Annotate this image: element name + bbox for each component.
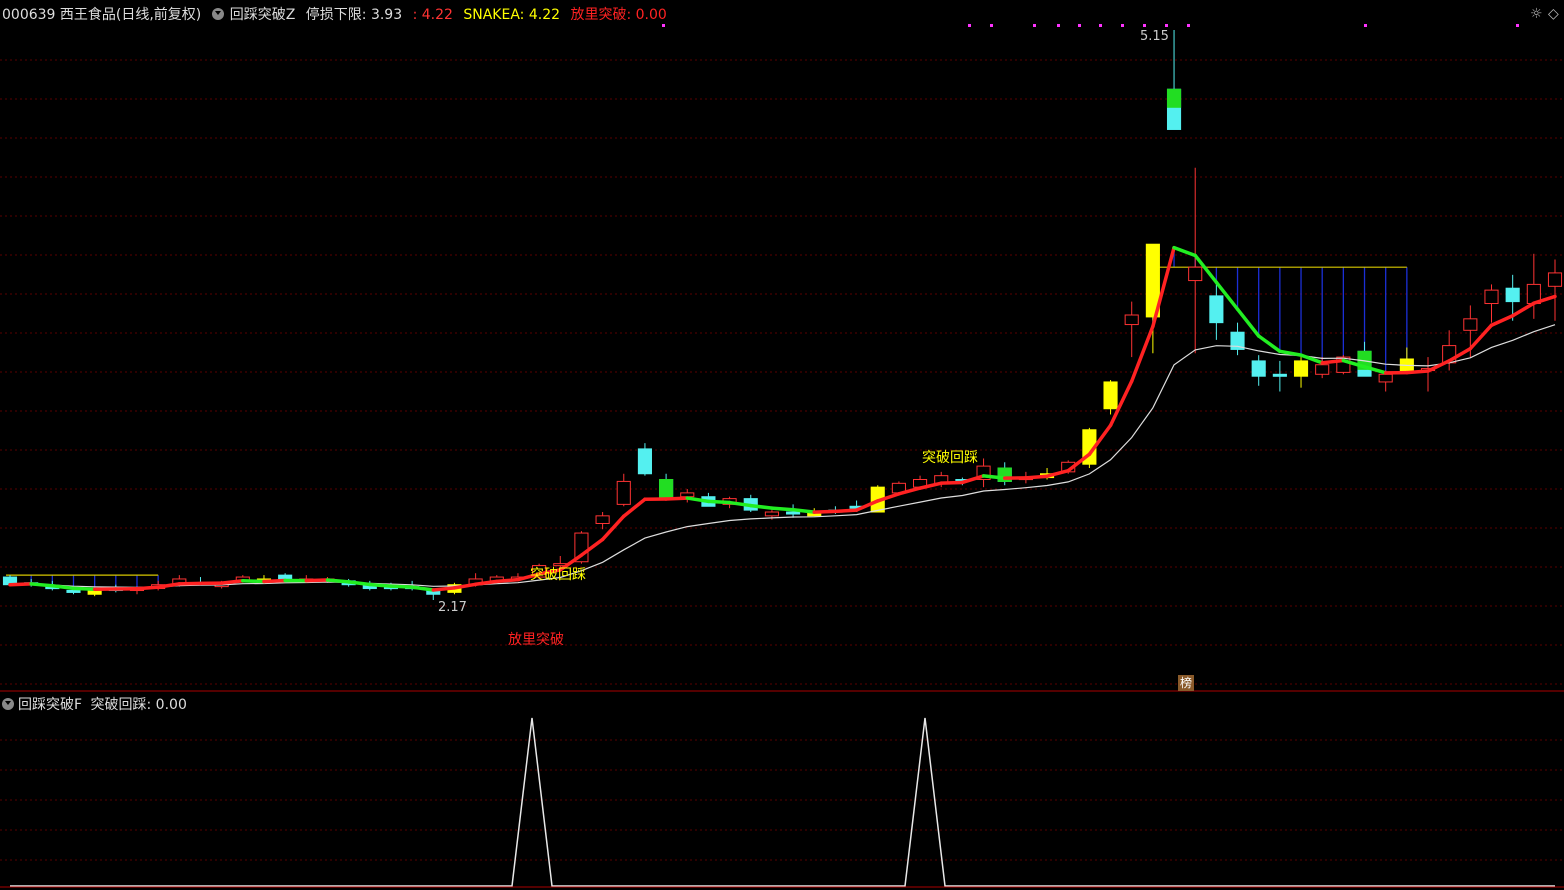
fast-ma-segment — [1405, 369, 1430, 375]
value-1: : 4.22 — [412, 7, 453, 23]
indicator-toggle-icon[interactable] — [211, 8, 224, 20]
fast-ma-segment — [29, 582, 55, 588]
candle-body — [66, 589, 81, 593]
rank-badge[interactable]: 榜 — [1178, 675, 1194, 691]
sub-indicator-toggle-icon[interactable] — [2, 698, 14, 710]
candle-body — [764, 511, 779, 517]
candle-body — [1103, 381, 1118, 410]
cloud-area — [6, 247, 1408, 590]
candle-body — [1463, 318, 1478, 331]
fast-ma-segment — [770, 506, 795, 512]
fast-ma-segment — [791, 507, 816, 514]
diamond-icon[interactable]: ◇ — [1548, 6, 1559, 22]
fast-ma-segment — [664, 496, 690, 501]
fast-ma-segment — [325, 578, 351, 584]
moving-averages — [8, 245, 1557, 592]
fast-ma-segment — [1129, 324, 1155, 383]
fast-ma-segment — [431, 586, 457, 592]
gridlines — [0, 59, 1564, 861]
vol-break-value: 放里突破: 0.00 — [570, 7, 667, 23]
signal-dot — [1187, 24, 1190, 27]
candle-body — [1484, 289, 1499, 305]
candle-body — [278, 574, 293, 580]
candle-body — [1505, 287, 1520, 303]
fast-ma-segment — [71, 586, 97, 591]
signal-dot — [1121, 24, 1124, 27]
fast-ma-segment — [1172, 245, 1197, 258]
candlestick-series — [2, 30, 1563, 600]
snake-value: SNAKEA: 4.22 — [463, 7, 561, 23]
fast-ma-segment — [410, 585, 436, 592]
candle-body — [637, 448, 652, 475]
signal-dot — [990, 24, 993, 27]
signal-dot — [662, 24, 665, 27]
candle-body — [1251, 360, 1266, 377]
fast-ma-segment — [706, 499, 732, 505]
signal-line — [10, 717, 1555, 887]
signal-dot — [1165, 24, 1168, 27]
fast-ma-segment — [241, 578, 266, 584]
candle-body — [680, 492, 695, 498]
stock-title: 000639 西王食品(日线,前复权) — [2, 7, 202, 23]
candle-body — [1209, 295, 1224, 324]
signal-dot — [1057, 24, 1060, 27]
candle-body — [1378, 373, 1393, 383]
candle-body-top — [659, 478, 674, 498]
high-label: 5.15 — [1140, 29, 1169, 44]
fast-ma-segment — [812, 509, 838, 514]
sub-indicator-value: 突破回踩: 0.00 — [90, 697, 187, 713]
subchart-line — [10, 717, 1555, 887]
signal-label-2: 突破回踩 — [922, 450, 978, 466]
fast-ma-segment — [495, 577, 520, 584]
candle-body — [1293, 360, 1309, 377]
fast-ma-segment — [304, 578, 330, 583]
fast-ma-segment — [368, 582, 393, 588]
indicator-name[interactable]: 回踩突破Z — [230, 7, 296, 23]
candle-body — [786, 511, 801, 515]
signal-dot — [1516, 24, 1519, 27]
gear-icon[interactable]: ☼ — [1530, 6, 1543, 22]
signal-dot — [968, 24, 971, 27]
fast-ma-segment — [981, 474, 1007, 480]
fast-ma-segment — [1024, 474, 1049, 480]
candle-body — [1315, 364, 1330, 375]
signal-dot — [1143, 24, 1146, 27]
signal-dot — [1364, 24, 1367, 27]
candle-body — [1188, 266, 1203, 282]
fast-ma-segment — [1510, 301, 1536, 318]
signal-label-1: 突破回踩 — [530, 567, 586, 583]
candle-body — [1272, 373, 1287, 377]
main-header: 000639 西王食品(日线,前复权) 回踩突破Z 停损下限: 3.93 : 4… — [2, 4, 673, 24]
candle-body-top — [1166, 88, 1182, 108]
signal-dot — [1099, 24, 1102, 27]
volume-signal-label: 放里突破 — [508, 632, 564, 648]
fast-ma-segment — [939, 480, 965, 485]
sub-header: 回踩突破F 突破回踩: 0.00 — [2, 694, 187, 714]
magenta-dots — [662, 24, 1519, 27]
fast-ma-segment — [262, 578, 287, 584]
candle-body — [595, 515, 610, 524]
low-label: 2.17 — [438, 600, 467, 615]
fast-ma-segment — [8, 582, 33, 587]
sub-indicator-name[interactable]: 回踩突破F — [18, 697, 82, 713]
fast-ma-segment — [219, 578, 245, 585]
signal-dot — [1033, 24, 1036, 27]
fast-ma-segment — [1320, 358, 1346, 365]
candle-body — [1124, 314, 1139, 326]
chart-canvas: 5.15 2.17 突破回踩 突破回踩 放里突破 — [0, 24, 1564, 888]
fast-ma-segment — [135, 585, 160, 591]
candle-body — [616, 480, 631, 505]
candle-body — [1547, 272, 1563, 287]
fast-ma-segment — [389, 584, 414, 589]
fast-ma-segment — [833, 508, 859, 514]
fast-ma-segment — [1489, 314, 1515, 327]
fast-ma-segment — [1256, 334, 1282, 354]
stop-value: 停损下限: 3.93 — [305, 7, 403, 23]
chart-annotations: 5.15 2.17 突破回踩 突破回踩 放里突破 — [438, 29, 1169, 648]
candle-body — [87, 589, 102, 595]
signal-dot — [1078, 24, 1081, 27]
